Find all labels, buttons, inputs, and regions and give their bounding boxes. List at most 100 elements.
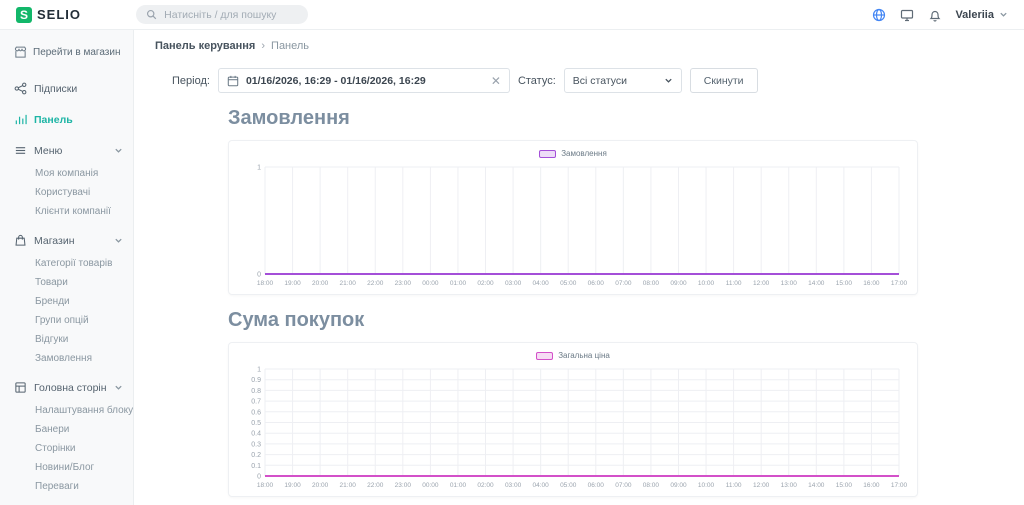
topbar: S SELIO Valeriia: [0, 0, 1024, 30]
orders-chart-legend: Замовлення: [235, 149, 911, 158]
svg-text:08:00: 08:00: [643, 280, 660, 287]
sidebar-item-3[interactable]: Магазин: [0, 227, 133, 254]
sidebar-subitem[interactable]: Налаштування блоку: [0, 401, 133, 420]
sidebar-subitem[interactable]: Клієнти компанії: [0, 202, 133, 221]
svg-text:11:00: 11:00: [726, 482, 742, 489]
period-range-input[interactable]: ✕: [218, 68, 510, 93]
period-label: Період:: [172, 75, 210, 87]
sidebar-subitem[interactable]: Користувачі: [0, 183, 133, 202]
language-globe-icon[interactable]: [871, 7, 886, 22]
sidebar-subitem[interactable]: Новини/Блог: [0, 458, 133, 477]
svg-text:04:00: 04:00: [533, 482, 550, 489]
sidebar-item-2[interactable]: Меню: [0, 137, 133, 164]
svg-text:19:00: 19:00: [284, 280, 301, 287]
sidebar-item-0[interactable]: Підписки: [0, 75, 133, 102]
svg-text:14:00: 14:00: [808, 280, 825, 287]
status-selected-value: Всі статуси: [573, 75, 627, 87]
logo[interactable]: S SELIO: [16, 7, 136, 23]
chevron-down-icon: [114, 383, 123, 392]
svg-text:17:00: 17:00: [891, 280, 908, 287]
global-search[interactable]: [136, 5, 308, 24]
go-to-store-link[interactable]: Перейти в магазин: [0, 38, 133, 71]
sidebar-subitem[interactable]: Замовлення: [0, 349, 133, 368]
sidebar-subitem[interactable]: Сторінки: [0, 439, 133, 458]
user-menu[interactable]: Valeriia: [955, 9, 1008, 21]
chevron-down-icon: [114, 146, 123, 155]
user-name: Valeriia: [955, 9, 994, 21]
breadcrumb-separator: ›: [261, 40, 265, 52]
sidebar-nav: Підписки Панель Меню Моя компаніяКористувач…: [0, 75, 133, 505]
sidebar-subitem[interactable]: Відгуки: [0, 330, 133, 349]
main-content: Панель керування › Панель Період: ✕ Стат…: [134, 30, 1024, 505]
svg-text:00:00: 00:00: [422, 280, 439, 287]
svg-text:08:00: 08:00: [643, 482, 660, 489]
sidebar: Перейти в магазин Підписки Панель Меню Моя …: [0, 30, 134, 505]
svg-text:0: 0: [257, 474, 261, 481]
svg-text:0.9: 0.9: [251, 377, 261, 384]
svg-text:13:00: 13:00: [781, 482, 798, 489]
legend-swatch: [539, 150, 556, 158]
purchase-sum-section-title: Сума покупок: [228, 309, 918, 332]
svg-text:15:00: 15:00: [836, 280, 853, 287]
sidebar-item-label: Магазин: [34, 235, 107, 247]
svg-text:02:00: 02:00: [477, 280, 494, 287]
sidebar-subitem[interactable]: Банери: [0, 420, 133, 439]
sidebar-subitem[interactable]: Бренди: [0, 292, 133, 311]
svg-text:06:00: 06:00: [588, 280, 605, 287]
subscriptions-icon: [14, 82, 27, 95]
bell-icon[interactable]: [927, 7, 942, 22]
svg-text:0.1: 0.1: [251, 463, 261, 470]
legend-label: Загальна ціна: [558, 351, 610, 360]
period-value-input[interactable]: [246, 75, 484, 87]
svg-text:0.4: 0.4: [251, 431, 261, 438]
sidebar-subitem[interactable]: Групи опцій: [0, 311, 133, 330]
logo-text: SELIO: [37, 7, 81, 22]
orders-chart-card: Замовлення 0118:0019:0020:0021:0022:0023…: [228, 140, 918, 295]
sidebar-item-1[interactable]: Панель: [0, 106, 133, 133]
svg-text:01:00: 01:00: [450, 482, 467, 489]
sidebar-subitem[interactable]: Категорії товарів: [0, 254, 133, 273]
svg-text:03:00: 03:00: [505, 280, 522, 287]
monitor-icon[interactable]: [899, 7, 914, 22]
svg-text:0.5: 0.5: [251, 420, 261, 427]
chevron-down-icon: [114, 236, 123, 245]
go-to-store-label: Перейти в магазин: [33, 47, 121, 58]
svg-text:1: 1: [257, 367, 261, 374]
sidebar-subitem[interactable]: Переваги: [0, 477, 133, 496]
shop-icon: [14, 234, 27, 247]
svg-text:15:00: 15:00: [836, 482, 853, 489]
orders-section: Замовлення Замовлення 0118:0019:0020:002…: [228, 107, 918, 295]
svg-text:0.8: 0.8: [251, 388, 261, 395]
search-input[interactable]: [164, 9, 299, 21]
breadcrumb-current: Панель: [271, 40, 309, 52]
svg-text:22:00: 22:00: [367, 482, 384, 489]
reset-button[interactable]: Скинути: [690, 68, 758, 93]
logo-icon: S: [16, 7, 32, 23]
svg-text:23:00: 23:00: [395, 482, 412, 489]
breadcrumb-dashboard[interactable]: Панель керування: [155, 40, 255, 52]
status-select[interactable]: Всі статуси: [564, 68, 682, 93]
chart-canvas: 00.10.20.30.40.50.60.70.80.9118:0019:002…: [235, 364, 911, 492]
svg-text:13:00: 13:00: [781, 280, 798, 287]
svg-text:10:00: 10:00: [698, 280, 715, 287]
svg-text:17:00: 17:00: [891, 482, 908, 489]
search-icon: [145, 7, 158, 22]
sidebar-subitem[interactable]: Моя компанія: [0, 164, 133, 183]
sidebar-item-4[interactable]: Головна сторінка: [0, 374, 133, 401]
purchase-sum-section: Сума покупок Загальна ціна 00.10.20.30.4…: [228, 309, 918, 497]
sidebar-submenu: Категорії товарівТовариБрендиГрупи опцій…: [0, 254, 133, 370]
svg-text:1: 1: [257, 165, 261, 172]
svg-text:11:00: 11:00: [726, 280, 742, 287]
filter-bar: Період: ✕ Статус: Всі статуси Скинути: [172, 68, 1024, 93]
svg-text:20:00: 20:00: [312, 280, 329, 287]
svg-text:00:00: 00:00: [422, 482, 439, 489]
sidebar-submenu: Налаштування блокуБанериСторінкиНовини/Б…: [0, 401, 133, 498]
sidebar-subitem[interactable]: Товари: [0, 273, 133, 292]
chevron-down-icon: [664, 76, 673, 85]
sidebar-item-label: Підписки: [34, 83, 123, 95]
chevron-down-icon: [999, 10, 1008, 19]
svg-text:21:00: 21:00: [340, 280, 357, 287]
clear-date-icon[interactable]: ✕: [491, 75, 501, 87]
sidebar-item-label: Меню: [34, 145, 107, 157]
svg-text:18:00: 18:00: [257, 482, 274, 489]
